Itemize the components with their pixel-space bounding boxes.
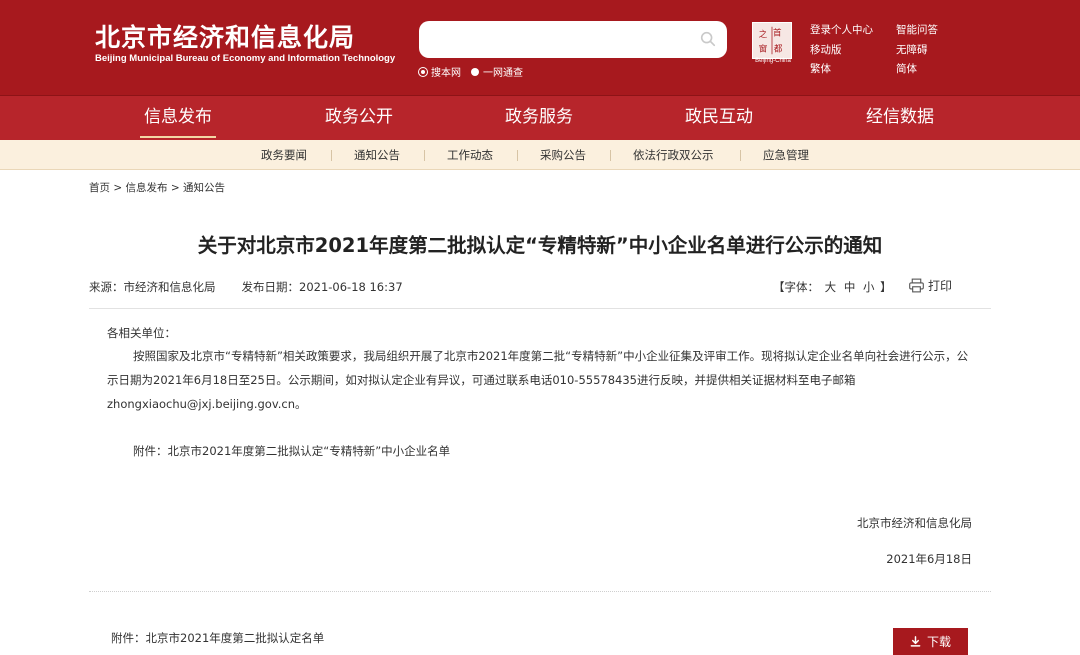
print-label: 打印 bbox=[928, 279, 953, 293]
subnav-notices[interactable]: 通知公告 bbox=[354, 140, 400, 170]
login-personal-center-link[interactable]: 登录个人中心 bbox=[810, 21, 873, 41]
breadcrumb-info-release[interactable]: 信息发布 bbox=[126, 182, 168, 194]
smart-qa-link[interactable]: 智能问答 bbox=[896, 21, 938, 41]
publish-date: 2021-06-18 16:37 bbox=[299, 280, 403, 294]
seal-char: 首 bbox=[773, 27, 782, 38]
radio-dot-icon bbox=[471, 67, 479, 76]
print-button[interactable]: 打印 bbox=[908, 277, 952, 294]
search-input[interactable] bbox=[419, 21, 689, 58]
seal-char: 窗 bbox=[759, 43, 768, 54]
font-size-control: 【字体： 大 中 小 】 bbox=[773, 279, 892, 295]
main-nav: 信息发布 政务公开 政务服务 政民互动 经信数据 bbox=[0, 95, 1080, 140]
download-icon bbox=[910, 636, 921, 647]
font-size-small[interactable]: 小 bbox=[863, 280, 875, 294]
subnav-work-updates[interactable]: 工作动态 bbox=[447, 140, 493, 170]
breadcrumb-separator: > bbox=[170, 182, 180, 194]
breadcrumb: 首页 > 信息发布 > 通知公告 bbox=[89, 180, 225, 195]
subnav-divider bbox=[331, 150, 332, 161]
nav-government-affairs-open[interactable]: 政务公开 bbox=[289, 96, 429, 140]
search-icon[interactable] bbox=[699, 30, 717, 48]
accessibility-link[interactable]: 无障碍 bbox=[896, 41, 938, 61]
radio-search-all[interactable]: 一网通查 bbox=[471, 64, 523, 79]
nav-public-interaction[interactable]: 政民互动 bbox=[649, 96, 789, 140]
font-size-medium[interactable]: 中 bbox=[844, 280, 856, 294]
download-label: 下载 bbox=[926, 635, 951, 649]
attachment-mention: 附件：北京市2021年度第二批拟认定“专精特新”中小企业名单 bbox=[133, 444, 451, 458]
breadcrumb-home[interactable]: 首页 bbox=[89, 182, 110, 194]
radio-search-site[interactable]: 搜本网 bbox=[419, 64, 461, 79]
subnav-law-enforcement-disclosure[interactable]: 依法行政双公示 bbox=[633, 140, 714, 170]
top-links-right: 智能问答 无障碍 简体 bbox=[896, 21, 938, 80]
breadcrumb-notices[interactable]: 通知公告 bbox=[183, 182, 225, 194]
article-title: 关于对北京市2021年度第二批拟认定“专精特新”中小企业名单进行公示的通知 bbox=[197, 234, 883, 257]
search-box bbox=[419, 21, 727, 58]
font-size-label-close: 】 bbox=[880, 280, 892, 294]
subnav-divider bbox=[740, 150, 741, 161]
download-button[interactable]: 下载 bbox=[893, 628, 968, 655]
traditional-chinese-link[interactable]: 繁体 bbox=[810, 60, 873, 80]
font-size-large[interactable]: 大 bbox=[825, 280, 837, 294]
radio-label: 搜本网 bbox=[431, 68, 461, 79]
attachment-file-link[interactable]: 附件：北京市2021年度第二批拟认定名单 bbox=[111, 630, 324, 646]
radio-dot-selected-icon bbox=[419, 67, 427, 76]
printer-icon bbox=[909, 278, 924, 293]
source-label: 来源： bbox=[89, 280, 124, 294]
seal-char: 都 bbox=[774, 44, 783, 54]
subnav-emergency-management[interactable]: 应急管理 bbox=[763, 140, 809, 170]
seal-char: 之 bbox=[759, 29, 768, 40]
signature-date: 2021年6月18日 bbox=[886, 552, 972, 566]
nav-government-services[interactable]: 政务服务 bbox=[469, 96, 609, 140]
subnav-divider bbox=[517, 150, 518, 161]
nav-economy-data[interactable]: 经信数据 bbox=[830, 96, 970, 140]
article-paragraph: 按照国家及北京市“专精特新”相关政策要求，我局组织开展了北京市2021年度第二批… bbox=[107, 349, 969, 411]
search-scope-radios: 搜本网 一网通查 bbox=[419, 64, 523, 79]
site-header: 北京市经济和信息化局 Beijing Municipal Bureau of E… bbox=[0, 0, 1080, 95]
top-links-left: 登录个人中心 移动版 繁体 bbox=[810, 21, 873, 80]
subnav-divider bbox=[610, 150, 611, 161]
signature-organization: 北京市经济和信息化局 bbox=[857, 516, 972, 530]
font-size-label: 【字体： bbox=[773, 280, 819, 294]
date-label: 发布日期： bbox=[241, 280, 300, 294]
site-title[interactable]: 北京市经济和信息化局 bbox=[95, 18, 355, 54]
subnav-news[interactable]: 政务要闻 bbox=[261, 140, 307, 170]
source-value: 市经济和信息化局 bbox=[123, 280, 216, 294]
capital-window-seal-logo[interactable]: 之 首 都 窗 bbox=[752, 22, 792, 59]
seal-caption: Beijing-China bbox=[755, 58, 791, 64]
site-subtitle: Beijing Municipal Bureau of Economy and … bbox=[95, 53, 396, 64]
salutation: 各相关单位： bbox=[107, 326, 176, 340]
simplified-chinese-link[interactable]: 简体 bbox=[896, 60, 938, 80]
subnav-procurement[interactable]: 采购公告 bbox=[540, 140, 586, 170]
article-meta: 来源：市经济和信息化局 发布日期：2021-06-18 16:37 bbox=[89, 279, 403, 295]
nav-info-release[interactable]: 信息发布 bbox=[108, 96, 248, 140]
attachment-divider bbox=[89, 591, 991, 592]
radio-label: 一网通查 bbox=[483, 68, 523, 79]
meta-divider bbox=[89, 308, 991, 309]
subnav-divider bbox=[424, 150, 425, 161]
sub-nav: 政务要闻 通知公告 工作动态 采购公告 依法行政双公示 应急管理 bbox=[0, 140, 1080, 170]
breadcrumb-separator: > bbox=[113, 182, 123, 194]
mobile-version-link[interactable]: 移动版 bbox=[810, 41, 873, 61]
